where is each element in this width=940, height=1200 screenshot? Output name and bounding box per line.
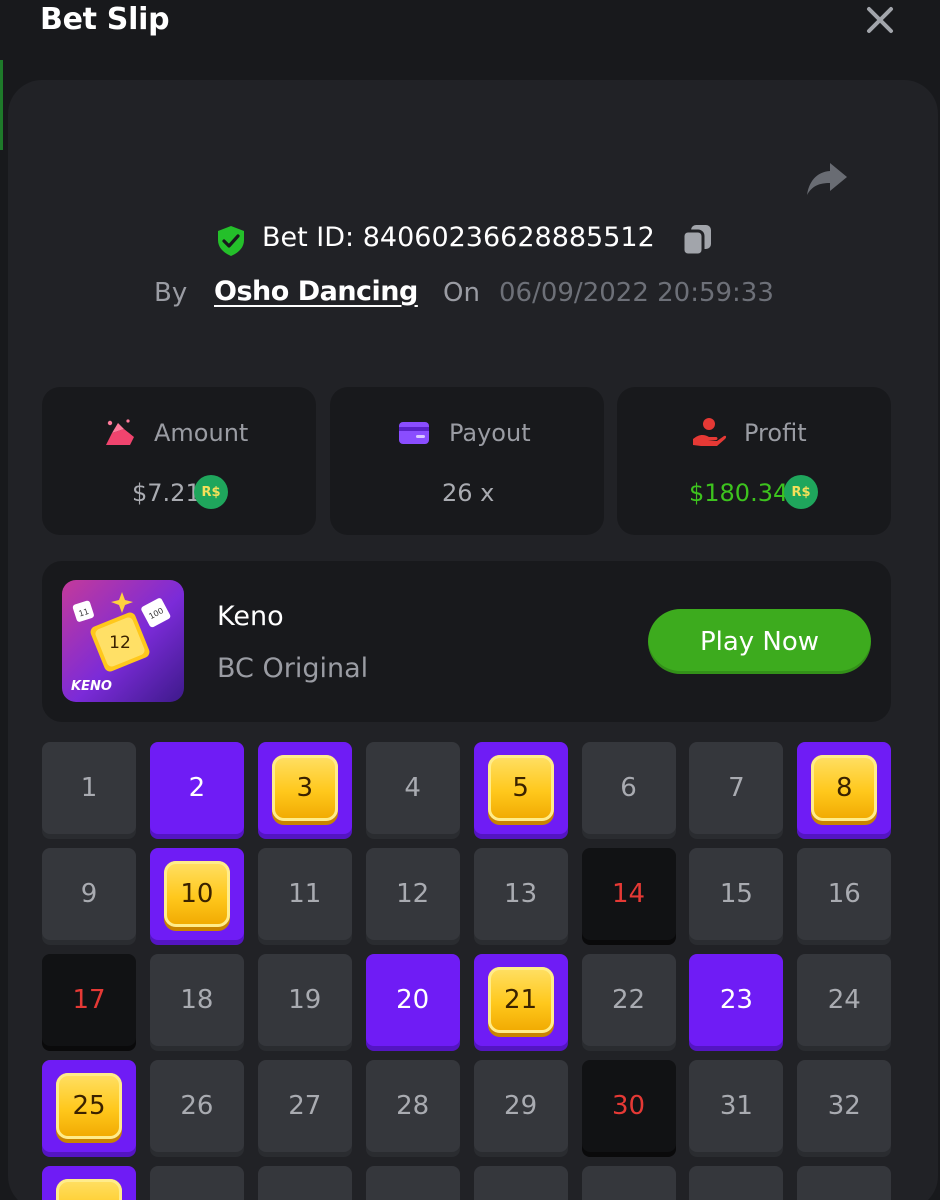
user-link[interactable]: Osho Dancing [214,276,418,307]
keno-number-cell[interactable] [257,1166,352,1200]
bet-datetime: 06/09/2022 20:59:33 [499,278,774,308]
gem-icon: 5 [487,755,554,821]
keno-number-6[interactable]: 6 [581,742,676,834]
keno-number-cell[interactable] [689,1166,784,1200]
close-button[interactable] [862,2,898,38]
keno-thumbnail-art: 11 100 12 KENO [71,592,171,694]
keno-number-18[interactable]: 18 [149,954,244,1046]
amount-card: Amount $7.21 R$ [42,387,316,535]
shield-check-icon [218,226,244,256]
gem-icon [56,1179,122,1200]
keno-number-12[interactable]: 12 [365,848,460,940]
keno-number-31[interactable]: 31 [689,1060,784,1152]
close-icon [867,7,893,33]
keno-number-3[interactable]: 3 [257,742,352,834]
keno-number-5[interactable]: 5 [473,742,568,834]
keno-number-29[interactable]: 29 [473,1060,568,1152]
keno-number-7[interactable]: 7 [689,742,784,834]
game-provider: BC Original [217,653,369,684]
keno-number-23[interactable]: 23 [689,954,784,1046]
keno-thumbnail[interactable]: 11 100 12 KENO [62,580,184,702]
keno-number-2[interactable]: 2 [149,742,244,834]
keno-number-cell[interactable] [473,1166,568,1200]
gem-icon: 8 [811,755,878,821]
keno-number-16[interactable]: 16 [797,848,892,940]
keno-number-13[interactable]: 13 [473,848,568,940]
game-name: Keno [217,601,284,632]
game-card: 11 100 12 KENO Keno BC Original Play Now [42,561,891,722]
page-title: Bet Slip [40,2,170,37]
keno-number-14[interactable]: 14 [581,848,676,940]
bet-amount-icon [106,419,134,445]
amount-label: Amount [154,419,249,447]
keno-number-cell[interactable] [149,1166,244,1200]
keno-number-9[interactable]: 9 [42,848,136,940]
keno-number-28[interactable]: 28 [365,1060,460,1152]
amount-value: $7.21 [132,479,201,507]
keno-number-11[interactable]: 11 [257,848,352,940]
bet-slip-header: Bet Slip [0,0,940,60]
thumb-title: KENO [71,679,112,694]
keno-number-15[interactable]: 15 [689,848,784,940]
profit-value: $180.34 [689,479,789,507]
share-icon [807,163,847,195]
keno-number-24[interactable]: 24 [797,954,892,1046]
keno-number-32[interactable]: 32 [797,1060,892,1152]
keno-number-10[interactable]: 10 [149,848,244,940]
keno-number-grid: 1 2 3 4 5 6 7 8 9 10 11 12 13 14 15 16 17 18 19 20 21 22 23 24 2… [42,742,892,1200]
payout-label: Payout [449,419,531,447]
keno-number-27[interactable]: 27 [257,1060,352,1152]
keno-number-cell[interactable] [797,1166,892,1200]
keno-number-25[interactable]: 25 [42,1060,136,1152]
by-label: By [154,278,188,308]
currency-badge: R$ [784,475,818,509]
gem-icon: 25 [56,1073,122,1139]
keno-number-19[interactable]: 19 [257,954,352,1046]
keno-number-20[interactable]: 20 [365,954,460,1046]
gem-icon: 10 [163,861,230,927]
copy-icon[interactable] [680,223,714,257]
on-label: On [443,278,480,308]
currency-badge: R$ [194,475,228,509]
keno-number-21[interactable]: 21 [473,954,568,1046]
keno-number-cell[interactable] [365,1166,460,1200]
thumb-number: 12 [109,633,131,653]
keno-number-22[interactable]: 22 [581,954,676,1046]
keno-number-cell[interactable] [42,1166,136,1200]
keno-number-4[interactable]: 4 [365,742,460,834]
keno-number-1[interactable]: 1 [42,742,136,834]
bet-author-row: By Osho Dancing On 06/09/2022 20:59:33 [0,272,940,316]
payout-card: Payout 26 x [330,387,604,535]
profit-card: Profit $180.34 R$ [617,387,891,535]
hand-coin-icon [693,418,727,446]
keno-number-cell[interactable] [581,1166,676,1200]
card-icon [399,422,429,444]
background-app-edge [0,60,3,150]
play-now-button[interactable]: Play Now [648,609,871,674]
keno-number-26[interactable]: 26 [149,1060,244,1152]
share-button[interactable] [806,161,848,197]
bet-slip-screen: Bet Slip Bet ID: 84060236628885512 By Os… [0,0,940,1200]
profit-label: Profit [744,419,807,447]
payout-value: 26 x [442,479,495,507]
gem-icon: 3 [271,755,338,821]
bet-id-row: Bet ID: 84060236628885512 [0,220,940,260]
keno-number-30[interactable]: 30 [581,1060,676,1152]
keno-number-8[interactable]: 8 [797,742,892,834]
gem-icon: 21 [487,967,554,1033]
keno-number-17[interactable]: 17 [42,954,136,1046]
bet-id: Bet ID: 84060236628885512 [262,222,655,253]
